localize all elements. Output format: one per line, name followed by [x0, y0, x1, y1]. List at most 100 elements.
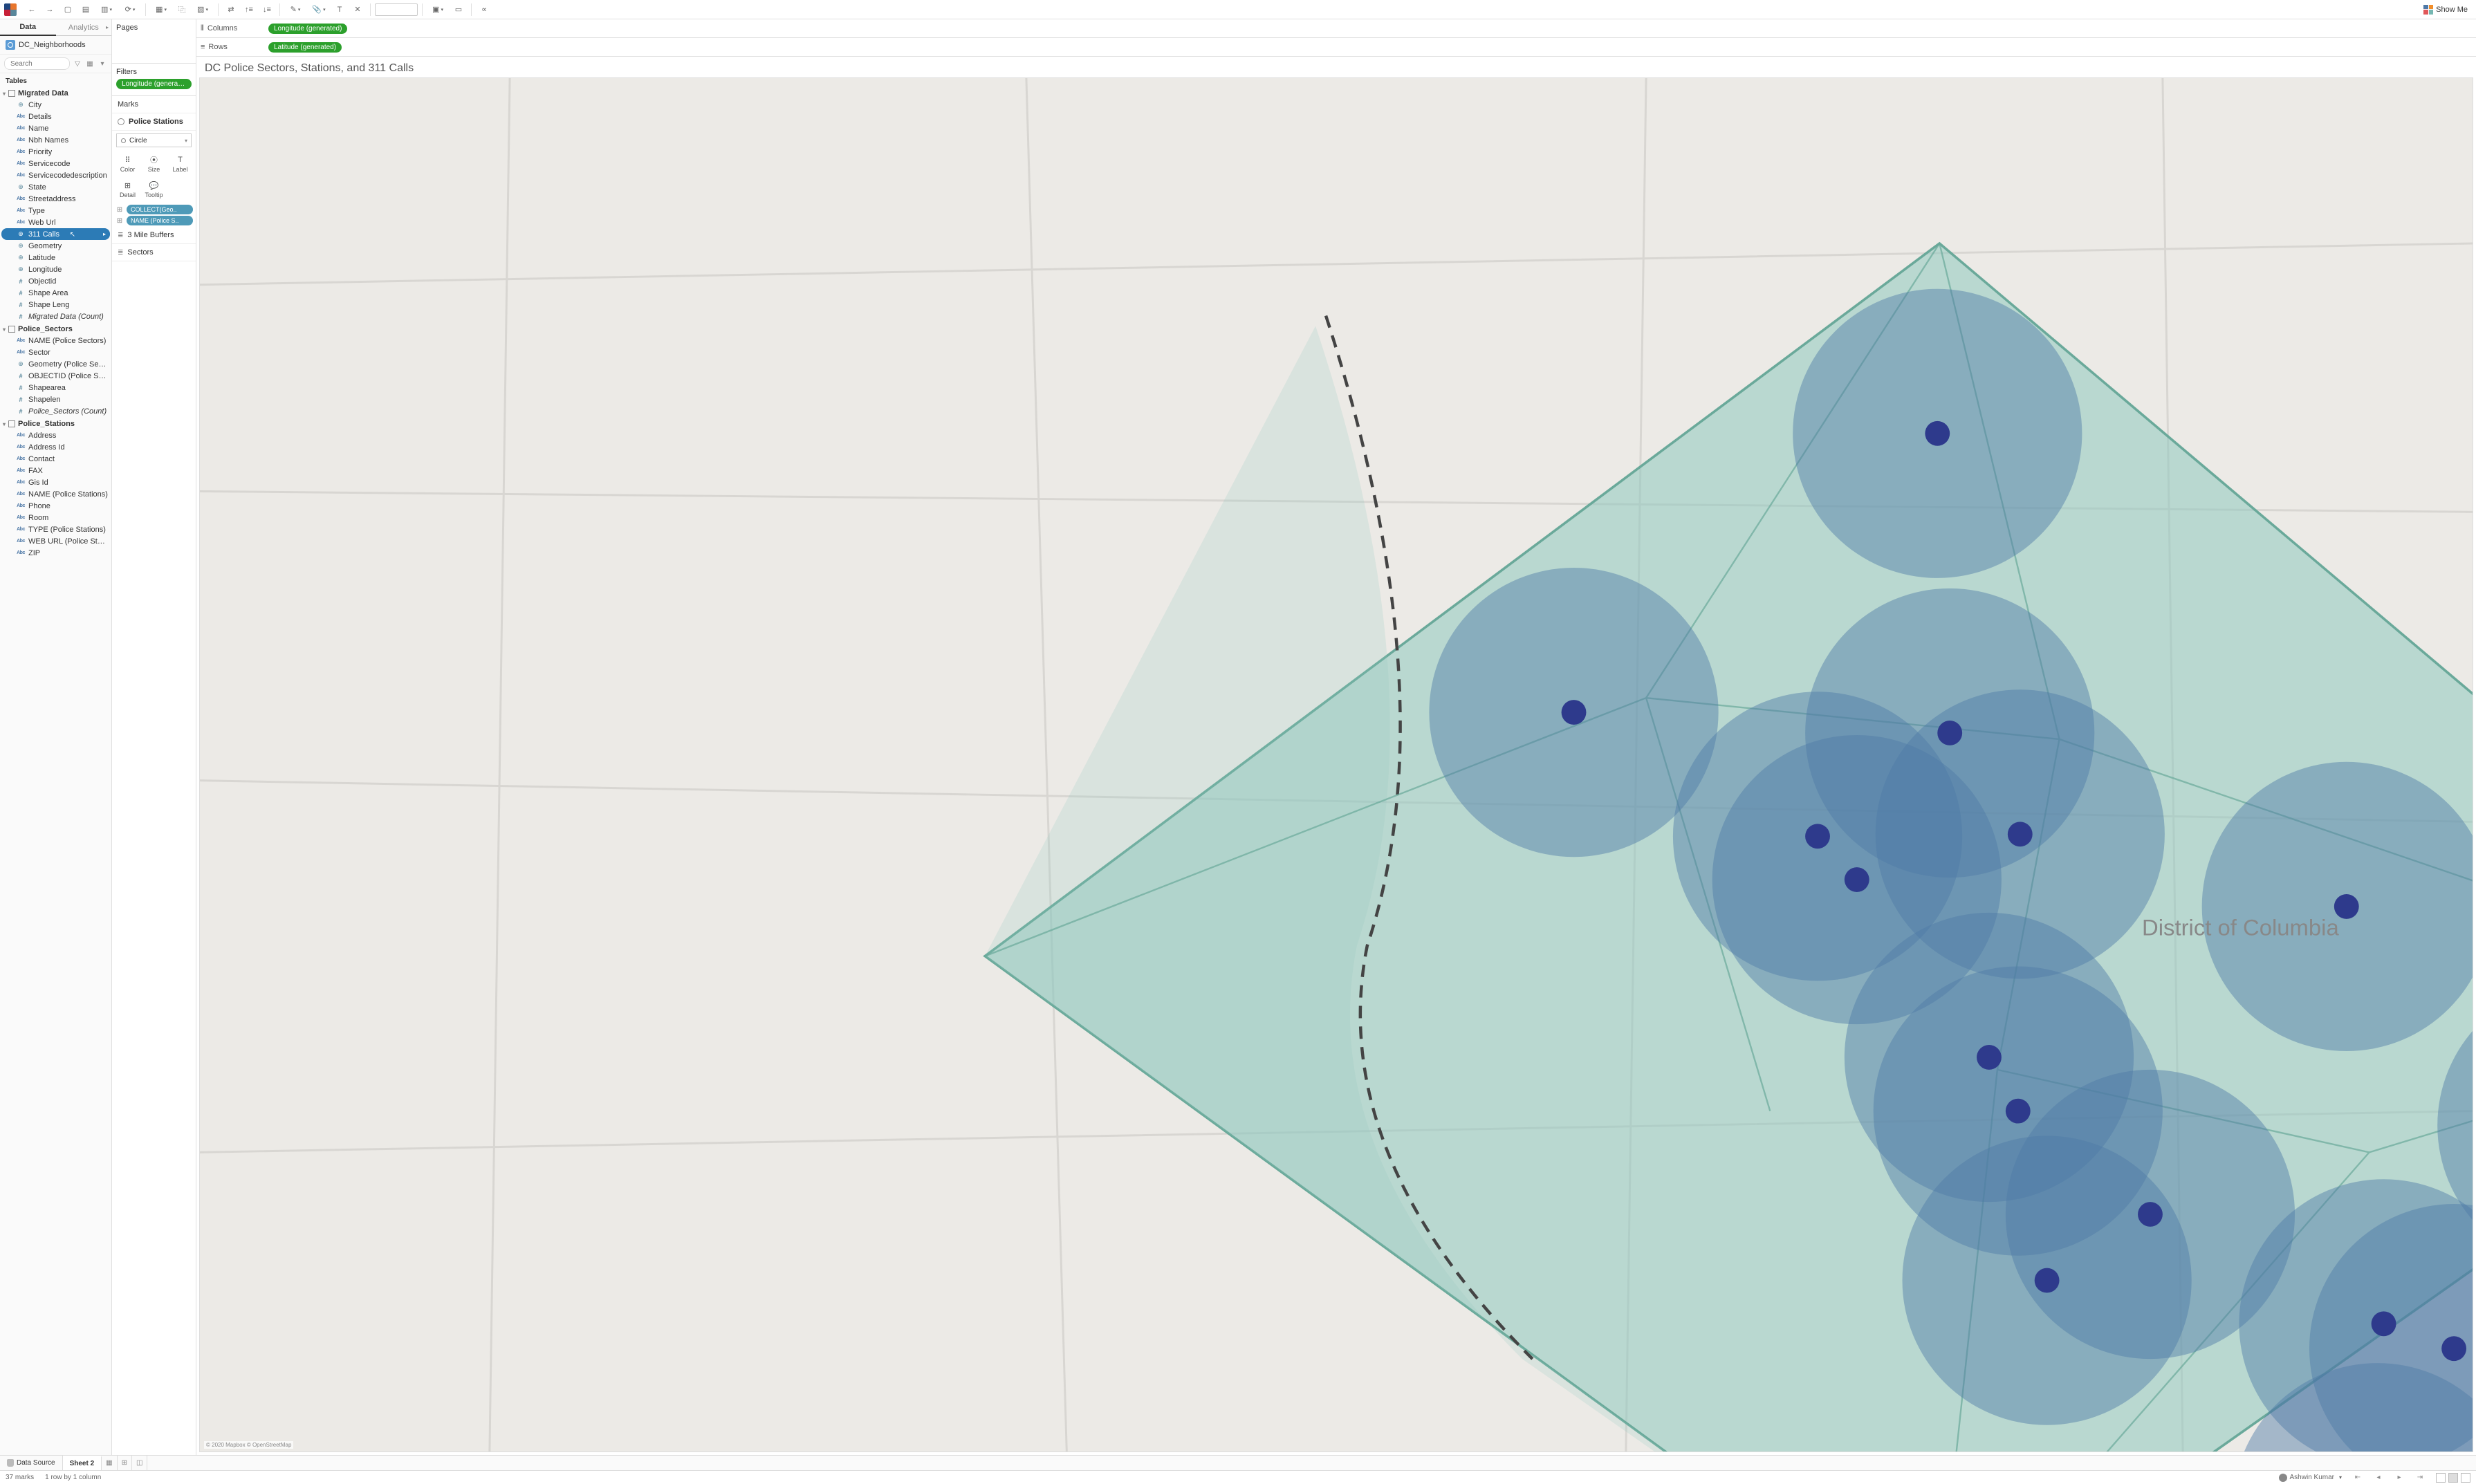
field-web-url-police-statio-[interactable]: AbcWEB URL (Police Statio... — [0, 535, 111, 547]
redo-button[interactable]: → — [41, 2, 58, 17]
field-latitude[interactable]: ⊕Latitude — [0, 252, 111, 263]
nav-prev-icon[interactable]: ◂ — [2374, 1473, 2383, 1483]
field-longitude[interactable]: ⊕Longitude — [0, 263, 111, 275]
analytics-tab[interactable]: Analytics — [56, 19, 112, 36]
field-name-police-stations-[interactable]: AbcNAME (Police Stations) — [0, 488, 111, 500]
filter-pill[interactable]: Longitude (generated) — [116, 79, 192, 89]
field-geometry-police-sect-[interactable]: ⊕Geometry (Police Sect... — [0, 358, 111, 370]
share-button[interactable]: ∝ — [476, 2, 492, 17]
table-group-sectors[interactable]: ▾Police_Sectors — [0, 322, 111, 335]
field-address-id[interactable]: AbcAddress Id — [0, 441, 111, 453]
highlight-button[interactable]: ✎▾ — [284, 2, 306, 17]
field-priority[interactable]: AbcPriority — [0, 146, 111, 158]
field-details[interactable]: AbcDetails — [0, 111, 111, 122]
filter-icon[interactable]: ▽ — [73, 59, 82, 68]
station-dot[interactable] — [2441, 1336, 2466, 1361]
save-button[interactable]: ▢ — [59, 2, 76, 17]
station-dot[interactable] — [1937, 721, 1962, 745]
field-streetaddress[interactable]: AbcStreetaddress — [0, 193, 111, 205]
field-search-input[interactable] — [4, 57, 70, 70]
field-sector[interactable]: AbcSector — [0, 346, 111, 358]
field-fax[interactable]: AbcFAX — [0, 465, 111, 476]
undo-button[interactable]: ← — [24, 2, 40, 17]
new-dashboard-tab[interactable]: ⊞ — [118, 1456, 132, 1470]
field-shapearea[interactable]: #Shapearea — [0, 382, 111, 393]
columns-pill[interactable]: Longitude (generated) — [268, 24, 347, 34]
swap-button[interactable]: ⇄ — [223, 2, 239, 17]
station-dot[interactable] — [1925, 421, 1950, 446]
user-menu[interactable]: Ashwin Kumar▾ — [2279, 1474, 2342, 1482]
viz-title[interactable]: DC Police Sectors, Stations, and 311 Cal… — [196, 57, 2476, 77]
marks-layer-buffers[interactable]: ≣ 3 Mile Buffers — [112, 227, 196, 244]
field-objectid[interactable]: #Objectid — [0, 275, 111, 287]
rows-shelf[interactable]: ≡Rows Latitude (generated) — [196, 38, 2476, 57]
field-shape-leng[interactable]: #Shape Leng — [0, 299, 111, 310]
field-type[interactable]: AbcType — [0, 205, 111, 216]
view-toggle-icon[interactable]: ▦ — [85, 59, 95, 68]
field-servicecodedescription[interactable]: AbcServicecodedescription — [0, 169, 111, 181]
label-button[interactable]: TLabel — [167, 151, 193, 176]
field-311-calls[interactable]: ⊕311 Calls↖ — [1, 228, 110, 240]
pages-shelf[interactable]: Pages — [112, 19, 196, 64]
field-room[interactable]: AbcRoom — [0, 512, 111, 523]
rows-pill[interactable]: Latitude (generated) — [268, 42, 342, 53]
data-source-tab[interactable]: Data Source — [0, 1456, 63, 1470]
refresh-button[interactable]: ⟳▾ — [119, 2, 141, 17]
show-me-button[interactable]: Show Me — [2419, 3, 2472, 16]
new-story-tab[interactable]: ◫ — [132, 1456, 147, 1470]
station-dot[interactable] — [2008, 822, 2033, 846]
station-dot[interactable] — [1845, 867, 1869, 892]
table-group-migrated[interactable]: ▾Migrated Data — [0, 86, 111, 99]
color-button[interactable]: ⠿Color — [115, 151, 140, 176]
presentation-button[interactable]: ▭ — [450, 2, 467, 17]
field-city[interactable]: ⊕City — [0, 99, 111, 111]
station-dot[interactable] — [2138, 1202, 2163, 1227]
clear-filter-button[interactable]: ✕ — [349, 2, 366, 17]
sort-asc-button[interactable]: ↑≡ — [241, 2, 257, 17]
field-shapelen[interactable]: #Shapelen — [0, 393, 111, 405]
field-objectid-police-sect-[interactable]: #OBJECTID (Police Sect... — [0, 370, 111, 382]
mark-pill-name[interactable]: NAME (Police S.. — [127, 216, 193, 225]
field-nbh-names[interactable]: AbcNbh Names — [0, 134, 111, 146]
view-single-icon[interactable] — [2461, 1473, 2470, 1483]
sheet-2-tab[interactable]: Sheet 2 — [63, 1456, 102, 1470]
menu-caret-icon[interactable]: ▾ — [98, 59, 107, 68]
field-name[interactable]: AbcName — [0, 122, 111, 134]
field-contact[interactable]: AbcContact — [0, 453, 111, 465]
view-filmstrip-icon[interactable] — [2448, 1473, 2458, 1483]
mark-pill-collect[interactable]: COLLECT(Geo.. — [127, 205, 193, 214]
new-datasource-button[interactable]: ▤ — [77, 2, 94, 17]
fit-button[interactable]: ▣▾ — [427, 2, 449, 17]
table-group-stations[interactable]: ▾Police_Stations — [0, 417, 111, 429]
marks-layer-sectors[interactable]: ≣ Sectors — [112, 244, 196, 261]
field-police-sectors-count-[interactable]: #Police_Sectors (Count) — [0, 405, 111, 417]
field-gis-id[interactable]: AbcGis Id — [0, 476, 111, 488]
field-web-url[interactable]: AbcWeb Url — [0, 216, 111, 228]
field-servicecode[interactable]: AbcServicecode — [0, 158, 111, 169]
station-dot[interactable] — [2372, 1311, 2396, 1336]
field-geometry[interactable]: ⊕Geometry — [0, 240, 111, 252]
toolbar-search[interactable] — [375, 3, 418, 16]
marks-layer-police-stations[interactable]: Police Stations — [112, 113, 196, 131]
nav-next-icon[interactable]: ▸ — [2394, 1473, 2404, 1483]
size-button[interactable]: ⦿Size — [141, 151, 167, 176]
field-migrated-data-count-[interactable]: #Migrated Data (Count) — [0, 310, 111, 322]
view-grid-icon[interactable] — [2436, 1473, 2446, 1483]
group-button[interactable]: 📎▾ — [308, 2, 330, 17]
new-worksheet-button[interactable]: ▦▾ — [150, 2, 172, 17]
duplicate-button[interactable]: ⿻ — [174, 2, 190, 17]
mark-type-dropdown[interactable]: Circle — [116, 133, 192, 147]
field-type-police-stations-[interactable]: AbcTYPE (Police Stations) — [0, 523, 111, 535]
station-dot[interactable] — [2006, 1099, 2031, 1124]
field-state[interactable]: ⊕State — [0, 181, 111, 193]
field-shape-area[interactable]: #Shape Area — [0, 287, 111, 299]
columns-shelf[interactable]: ⦀Columns Longitude (generated) — [196, 19, 2476, 38]
filters-shelf[interactable]: Filters Longitude (generated) — [112, 64, 196, 96]
detail-button[interactable]: ⊞Detail — [115, 177, 140, 202]
map-viz[interactable]: District of Columbia © 2020 Mapbox © Ope… — [199, 77, 2473, 1452]
field-address[interactable]: AbcAddress — [0, 429, 111, 441]
clear-button[interactable]: ▨▾ — [192, 2, 214, 17]
new-worksheet-tab[interactable]: ▦ — [102, 1456, 117, 1470]
datasource-item[interactable]: DC_Neighborhoods — [0, 36, 111, 55]
nav-first-icon[interactable]: ⇤ — [2353, 1473, 2363, 1483]
